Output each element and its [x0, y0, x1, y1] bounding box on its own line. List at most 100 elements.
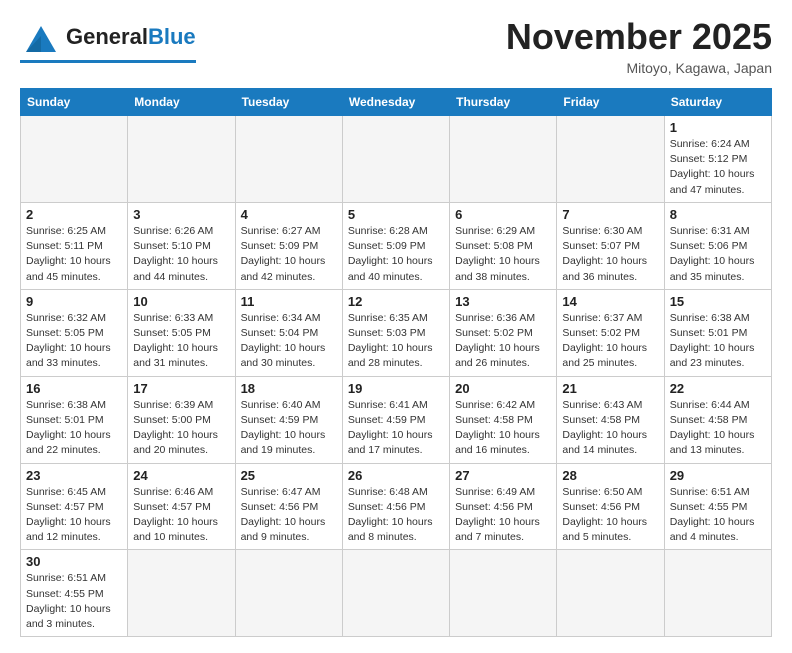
- calendar-day-cell: [342, 116, 449, 203]
- calendar-day-cell: 13 Sunrise: 6:36 AM Sunset: 5:02 PM Dayli…: [450, 289, 557, 376]
- calendar-day-cell: 19Sunrise: 6:41 AM Sunset: 4:59 PM Dayli…: [342, 376, 449, 463]
- day-number: 5: [348, 207, 444, 222]
- calendar-day-cell: 6 Sunrise: 6:29 AM Sunset: 5:08 PM Daylig…: [450, 202, 557, 289]
- calendar-day-cell: 1 Sunrise: 6:24 AM Sunset: 5:12 PM Daylig…: [664, 116, 771, 203]
- day-number: 17: [133, 381, 229, 396]
- day-info: Sunrise: 6:35 AM Sunset: 5:03 PM Dayligh…: [348, 311, 444, 372]
- calendar-day-cell: 2 Sunrise: 6:25 AM Sunset: 5:11 PM Daylig…: [21, 202, 128, 289]
- calendar-day-cell: 14Sunrise: 6:37 AM Sunset: 5:02 PM Dayli…: [557, 289, 664, 376]
- logo-icon: [20, 16, 62, 58]
- day-info: Sunrise: 6:38 AM Sunset: 5:01 PM Dayligh…: [670, 311, 766, 372]
- day-number: 4: [241, 207, 337, 222]
- day-number: 30: [26, 554, 122, 569]
- calendar-day-cell: 5 Sunrise: 6:28 AM Sunset: 5:09 PM Daylig…: [342, 202, 449, 289]
- day-number: 24: [133, 468, 229, 483]
- day-number: 15: [670, 294, 766, 309]
- calendar-day-cell: [128, 550, 235, 637]
- day-info: Sunrise: 6:42 AM Sunset: 4:58 PM Dayligh…: [455, 398, 551, 459]
- weekday-header-monday: Monday: [128, 89, 235, 116]
- day-number: 13: [455, 294, 551, 309]
- calendar-day-cell: 30 Sunrise: 6:51 AM Sunset: 4:55 PM Dayli…: [21, 550, 128, 637]
- calendar-day-cell: 26 Sunrise: 6:48 AM Sunset: 4:56 PM Dayli…: [342, 463, 449, 550]
- day-number: 14: [562, 294, 658, 309]
- calendar-day-cell: 23 Sunrise: 6:45 AM Sunset: 4:57 PM Dayli…: [21, 463, 128, 550]
- day-info: Sunrise: 6:49 AM Sunset: 4:56 PM Dayligh…: [455, 485, 551, 546]
- logo: GeneralBlue: [20, 16, 196, 63]
- calendar-day-cell: 29 Sunrise: 6:51 AM Sunset: 4:55 PM Dayli…: [664, 463, 771, 550]
- calendar-day-cell: [450, 116, 557, 203]
- calendar-day-cell: [450, 550, 557, 637]
- day-number: 6: [455, 207, 551, 222]
- calendar-subtitle: Mitoyo, Kagawa, Japan: [506, 60, 772, 76]
- calendar-day-cell: [557, 116, 664, 203]
- day-info: Sunrise: 6:33 AM Sunset: 5:05 PM Dayligh…: [133, 311, 229, 372]
- day-number: 21: [562, 381, 658, 396]
- calendar-day-cell: 24 Sunrise: 6:46 AM Sunset: 4:57 PM Dayli…: [128, 463, 235, 550]
- calendar-day-cell: 28Sunrise: 6:50 AM Sunset: 4:56 PM Dayli…: [557, 463, 664, 550]
- day-info: Sunrise: 6:30 AM Sunset: 5:07 PM Dayligh…: [562, 224, 658, 285]
- day-info: Sunrise: 6:31 AM Sunset: 5:06 PM Dayligh…: [670, 224, 766, 285]
- day-info: Sunrise: 6:28 AM Sunset: 5:09 PM Dayligh…: [348, 224, 444, 285]
- calendar-title: November 2025: [506, 16, 772, 58]
- calendar-day-cell: [235, 550, 342, 637]
- calendar-week-row: 23 Sunrise: 6:45 AM Sunset: 4:57 PM Dayli…: [21, 463, 772, 550]
- calendar-day-cell: 25 Sunrise: 6:47 AM Sunset: 4:56 PM Dayli…: [235, 463, 342, 550]
- day-info: Sunrise: 6:39 AM Sunset: 5:00 PM Dayligh…: [133, 398, 229, 459]
- day-info: Sunrise: 6:29 AM Sunset: 5:08 PM Dayligh…: [455, 224, 551, 285]
- day-number: 3: [133, 207, 229, 222]
- day-info: Sunrise: 6:32 AM Sunset: 5:05 PM Dayligh…: [26, 311, 122, 372]
- calendar-day-cell: 8Sunrise: 6:31 AM Sunset: 5:06 PM Daylig…: [664, 202, 771, 289]
- day-number: 27: [455, 468, 551, 483]
- weekday-header-friday: Friday: [557, 89, 664, 116]
- day-info: Sunrise: 6:24 AM Sunset: 5:12 PM Dayligh…: [670, 137, 766, 198]
- day-info: Sunrise: 6:51 AM Sunset: 4:55 PM Dayligh…: [26, 571, 122, 632]
- day-number: 18: [241, 381, 337, 396]
- calendar-day-cell: 10 Sunrise: 6:33 AM Sunset: 5:05 PM Dayli…: [128, 289, 235, 376]
- calendar-week-row: 9 Sunrise: 6:32 AM Sunset: 5:05 PM Daylig…: [21, 289, 772, 376]
- day-info: Sunrise: 6:47 AM Sunset: 4:56 PM Dayligh…: [241, 485, 337, 546]
- day-number: 25: [241, 468, 337, 483]
- day-number: 26: [348, 468, 444, 483]
- weekday-header-saturday: Saturday: [664, 89, 771, 116]
- day-info: Sunrise: 6:48 AM Sunset: 4:56 PM Dayligh…: [348, 485, 444, 546]
- calendar-day-cell: 3Sunrise: 6:26 AM Sunset: 5:10 PM Daylig…: [128, 202, 235, 289]
- calendar-day-cell: 22 Sunrise: 6:44 AM Sunset: 4:58 PM Dayli…: [664, 376, 771, 463]
- day-info: Sunrise: 6:46 AM Sunset: 4:57 PM Dayligh…: [133, 485, 229, 546]
- calendar-day-cell: 17 Sunrise: 6:39 AM Sunset: 5:00 PM Dayli…: [128, 376, 235, 463]
- calendar-day-cell: [557, 550, 664, 637]
- page: GeneralBlue November 2025 Mitoyo, Kagawa…: [0, 0, 792, 653]
- day-info: Sunrise: 6:34 AM Sunset: 5:04 PM Dayligh…: [241, 311, 337, 372]
- calendar-day-cell: 16 Sunrise: 6:38 AM Sunset: 5:01 PM Dayli…: [21, 376, 128, 463]
- calendar-day-cell: 20 Sunrise: 6:42 AM Sunset: 4:58 PM Dayli…: [450, 376, 557, 463]
- day-number: 7: [562, 207, 658, 222]
- calendar-day-cell: 9 Sunrise: 6:32 AM Sunset: 5:05 PM Daylig…: [21, 289, 128, 376]
- day-number: 12: [348, 294, 444, 309]
- weekday-header-row: SundayMondayTuesdayWednesdayThursdayFrid…: [21, 89, 772, 116]
- day-number: 28: [562, 468, 658, 483]
- calendar-day-cell: 12 Sunrise: 6:35 AM Sunset: 5:03 PM Dayli…: [342, 289, 449, 376]
- calendar-day-cell: [128, 116, 235, 203]
- logo-text: GeneralBlue: [66, 26, 196, 48]
- day-info: Sunrise: 6:41 AM Sunset: 4:59 PM Dayligh…: [348, 398, 444, 459]
- day-info: Sunrise: 6:38 AM Sunset: 5:01 PM Dayligh…: [26, 398, 122, 459]
- day-number: 9: [26, 294, 122, 309]
- day-number: 2: [26, 207, 122, 222]
- day-number: 23: [26, 468, 122, 483]
- day-info: Sunrise: 6:36 AM Sunset: 5:02 PM Dayligh…: [455, 311, 551, 372]
- day-number: 22: [670, 381, 766, 396]
- day-number: 16: [26, 381, 122, 396]
- weekday-header-wednesday: Wednesday: [342, 89, 449, 116]
- day-info: Sunrise: 6:44 AM Sunset: 4:58 PM Dayligh…: [670, 398, 766, 459]
- day-info: Sunrise: 6:25 AM Sunset: 5:11 PM Dayligh…: [26, 224, 122, 285]
- weekday-header-sunday: Sunday: [21, 89, 128, 116]
- day-number: 29: [670, 468, 766, 483]
- header: GeneralBlue November 2025 Mitoyo, Kagawa…: [20, 16, 772, 76]
- day-number: 20: [455, 381, 551, 396]
- calendar-week-row: 2 Sunrise: 6:25 AM Sunset: 5:11 PM Daylig…: [21, 202, 772, 289]
- day-info: Sunrise: 6:51 AM Sunset: 4:55 PM Dayligh…: [670, 485, 766, 546]
- day-info: Sunrise: 6:45 AM Sunset: 4:57 PM Dayligh…: [26, 485, 122, 546]
- calendar-day-cell: [342, 550, 449, 637]
- day-number: 1: [670, 120, 766, 135]
- calendar-day-cell: [235, 116, 342, 203]
- day-number: 10: [133, 294, 229, 309]
